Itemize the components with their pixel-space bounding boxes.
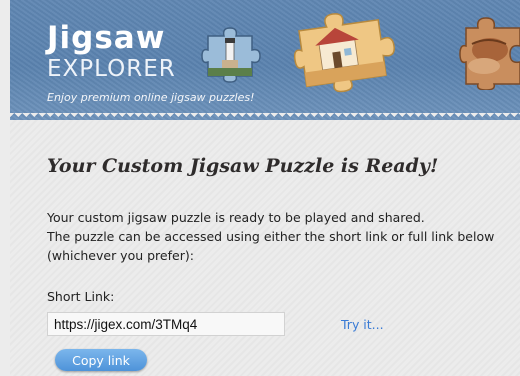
cottage-puzzle-piece-icon — [293, 13, 395, 93]
description-line: Your custom jigsaw puzzle is ready to be… — [47, 210, 425, 225]
site-header: Jigsaw EXPLORER Enjoy premium online jig… — [10, 0, 520, 120]
short-link-field[interactable] — [47, 312, 285, 336]
description-line: The puzzle can be accessed using either … — [47, 229, 495, 244]
short-link-label: Short Link: — [47, 289, 115, 304]
page-title: Your Custom Jigsaw Puzzle is Ready! — [47, 155, 439, 177]
puzzle-description: Your custom jigsaw puzzle is ready to be… — [47, 208, 517, 265]
rock-puzzle-piece-icon — [459, 17, 520, 90]
brand-logo-jigsaw[interactable]: Jigsaw — [47, 20, 165, 56]
copy-link-button[interactable]: Copy link — [55, 349, 147, 371]
brand-logo-explorer[interactable]: EXPLORER — [47, 56, 176, 82]
site-tagline: Enjoy premium online jigsaw puzzles! — [47, 91, 255, 104]
description-line: (whichever you prefer): — [47, 248, 194, 263]
try-it-link[interactable]: Try it... — [341, 317, 384, 332]
main-content: Your Custom Jigsaw Puzzle is Ready! Your… — [10, 120, 520, 376]
lighthouse-puzzle-piece-icon — [201, 27, 261, 83]
